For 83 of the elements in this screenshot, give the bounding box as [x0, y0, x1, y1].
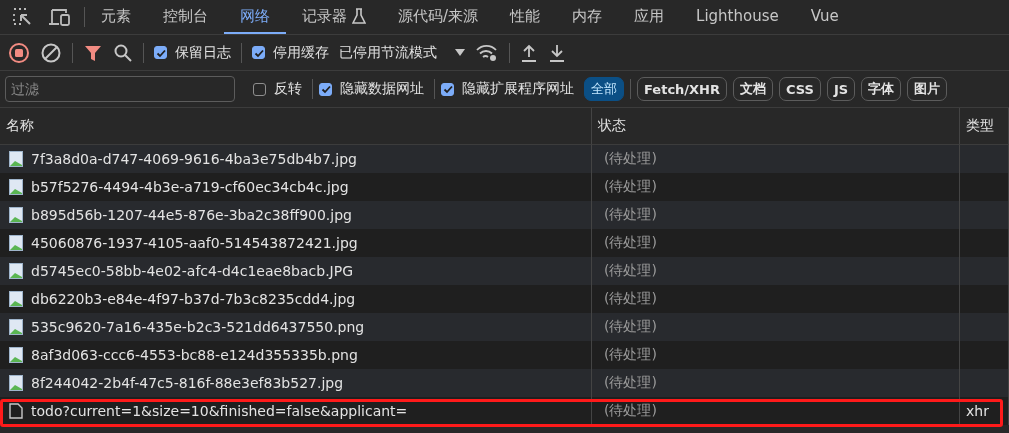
check-icon	[441, 83, 454, 95]
type-filter-button[interactable]: CSS	[779, 77, 821, 101]
type-cell	[960, 145, 1009, 173]
panel-tab[interactable]: Lighthouse	[680, 0, 795, 34]
type-cell	[960, 285, 1009, 313]
column-header[interactable]: 类型	[960, 108, 1009, 145]
type-filter-button[interactable]: 文档	[733, 77, 773, 101]
clear-icon[interactable]	[40, 41, 62, 64]
upload-icon[interactable]	[520, 42, 538, 63]
column-header[interactable]: 状态	[592, 108, 960, 145]
type-cell	[960, 201, 1009, 229]
file-name[interactable]: 7f3a8d0a-d747-4069-9616-4ba3e75db4b7.jpg	[31, 151, 357, 167]
column-header[interactable]: 名称	[0, 108, 592, 145]
panel-tab[interactable]: 控制台	[147, 0, 224, 34]
download-icon[interactable]	[548, 42, 566, 63]
type-cell	[960, 313, 1009, 341]
panel-tab[interactable]: 元素	[85, 0, 147, 34]
checkbox[interactable]: 停用缓存	[252, 43, 329, 62]
checkbox[interactable]: 隐藏扩展程序网址	[441, 80, 574, 98]
status-cell: (待处理)	[592, 285, 960, 313]
panel-tab[interactable]: 内存	[556, 0, 619, 34]
status-cell: (待处理)	[592, 173, 960, 201]
panel-tab[interactable]: 性能	[494, 0, 557, 34]
status-cell: (待处理)	[592, 341, 960, 369]
image-file-icon	[9, 319, 23, 335]
image-file-icon	[9, 207, 23, 223]
table-cell[interactable]: 8f244042-2b4f-47c5-816f-88e3ef83b527.jpg	[0, 369, 592, 397]
network-conditions-icon[interactable]	[475, 42, 499, 63]
type-filter-button[interactable]: JS	[826, 77, 856, 101]
file-name[interactable]: 535c9620-7a16-435e-b2c3-521dd6437550.png	[31, 319, 365, 335]
file-name[interactable]: 45060876-1937-4105-aaf0-514543872421.jpg	[31, 235, 358, 251]
image-file-icon	[9, 263, 23, 279]
file-name[interactable]: d5745ec0-58bb-4e02-afc4-d4c1eae8bacb.JPG	[31, 263, 353, 279]
type-cell	[960, 257, 1009, 285]
status-cell: (待处理)	[592, 145, 960, 173]
file-name[interactable]: 8af3d063-ccc6-4553-bc88-e124d355335b.png	[31, 347, 358, 363]
panel-tab[interactable]: Vue	[794, 0, 855, 34]
type-cell	[960, 229, 1009, 257]
type-filter-button[interactable]: Fetch/XHR	[637, 77, 727, 101]
type-cell	[960, 369, 1009, 397]
image-file-icon	[9, 235, 23, 251]
type-cell	[960, 341, 1009, 369]
panel-tab[interactable]: 源代码/来源	[382, 0, 495, 34]
type-cell	[960, 173, 1009, 201]
status-cell: (待处理)	[592, 369, 960, 397]
table-cell[interactable]: db6220b3-e84e-4f97-b37d-7b3c8235cdd4.jpg	[0, 285, 592, 313]
table-cell[interactable]: 8af3d063-ccc6-4553-bc88-e124d355335b.png	[0, 341, 592, 369]
table-cell[interactable]: 7f3a8d0a-d747-4069-9616-4ba3e75db4b7.jpg	[0, 145, 592, 173]
table-cell[interactable]: 535c9620-7a16-435e-b2c3-521dd6437550.png	[0, 313, 592, 341]
type-filter-button[interactable]: 全部	[584, 77, 624, 101]
file-name[interactable]: db6220b3-e84e-4f97-b37d-7b3c8235cdd4.jpg	[31, 291, 356, 307]
table-cell[interactable]: 45060876-1937-4105-aaf0-514543872421.jpg	[0, 229, 592, 257]
stop-recording-icon[interactable]	[8, 41, 30, 64]
image-file-icon	[9, 151, 23, 167]
status-cell: (待处理)	[592, 257, 960, 285]
document-icon	[9, 403, 23, 419]
file-name[interactable]: b57f5276-4494-4b3e-a719-cf60ec34cb4c.jpg	[31, 179, 349, 195]
type-filter-button[interactable]: 字体	[861, 77, 902, 101]
status-cell: (待处理)	[592, 313, 960, 341]
file-name[interactable]: 8f244042-2b4f-47c5-816f-88e3ef83b527.jpg	[31, 375, 344, 391]
table-cell[interactable]: d5745ec0-58bb-4e02-afc4-d4c1eae8bacb.JPG	[0, 257, 592, 285]
image-file-icon	[9, 179, 23, 195]
image-file-icon	[9, 375, 23, 391]
device-toolbar-icon[interactable]	[48, 7, 72, 27]
image-file-icon	[9, 291, 23, 307]
checkbox[interactable]: 反转	[253, 80, 302, 98]
panel-tab[interactable]: 记录器	[286, 0, 382, 34]
checkbox[interactable]: 隐藏数据网址	[319, 80, 424, 98]
checkbox[interactable]: 保留日志	[154, 43, 231, 62]
check-icon	[319, 83, 332, 95]
search-icon[interactable]	[113, 42, 133, 63]
type-filter-button[interactable]: 图片	[907, 77, 948, 101]
throttling-dropdown[interactable]: 已停用节流模式	[339, 43, 465, 62]
filter-field[interactable]: 过滤	[5, 76, 235, 102]
table-cell[interactable]: b57f5276-4494-4b3e-a719-cf60ec34cb4c.jpg	[0, 173, 592, 201]
status-cell: (待处理)	[592, 201, 960, 229]
caret-icon	[455, 48, 465, 57]
file-name[interactable]: b895d56b-1207-44e5-876e-3ba2c38ff900.jpg	[31, 207, 352, 223]
status-cell: (待处理)	[592, 229, 960, 257]
table-cell[interactable]: b895d56b-1207-44e5-876e-3ba2c38ff900.jpg	[0, 201, 592, 229]
panel-tab[interactable]: 应用	[618, 0, 681, 34]
image-file-icon	[9, 347, 23, 363]
file-name[interactable]: todo?current=1&size=10&finished=false&applicant=	[31, 403, 408, 419]
